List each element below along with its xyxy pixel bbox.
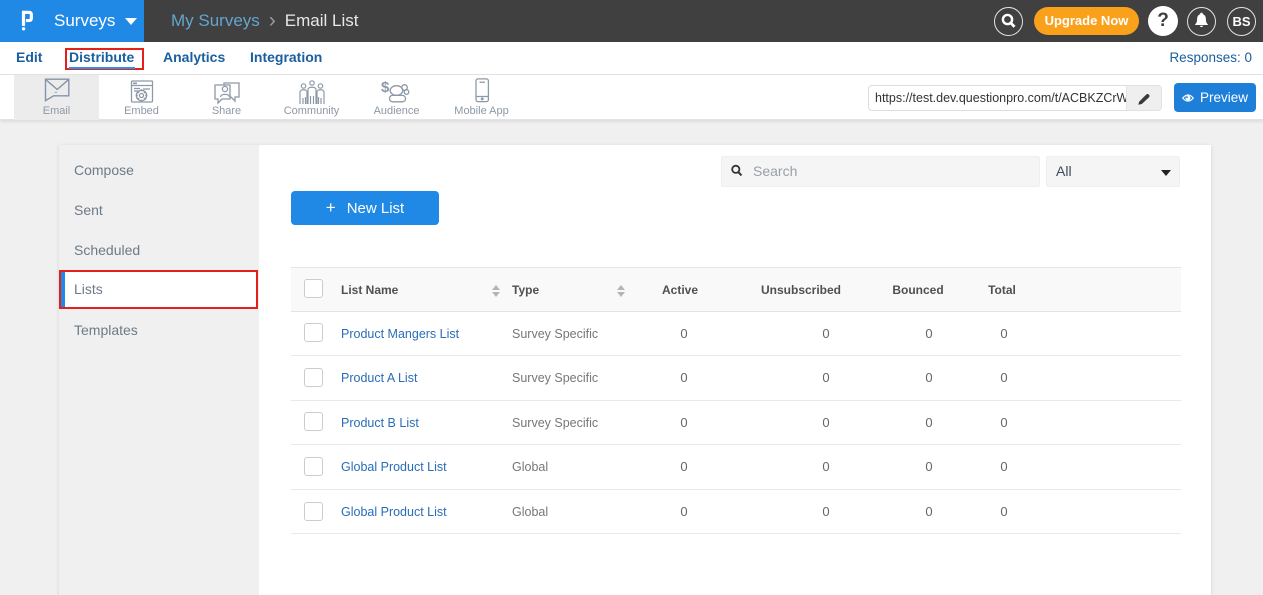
svg-text:$: $ bbox=[381, 79, 390, 96]
